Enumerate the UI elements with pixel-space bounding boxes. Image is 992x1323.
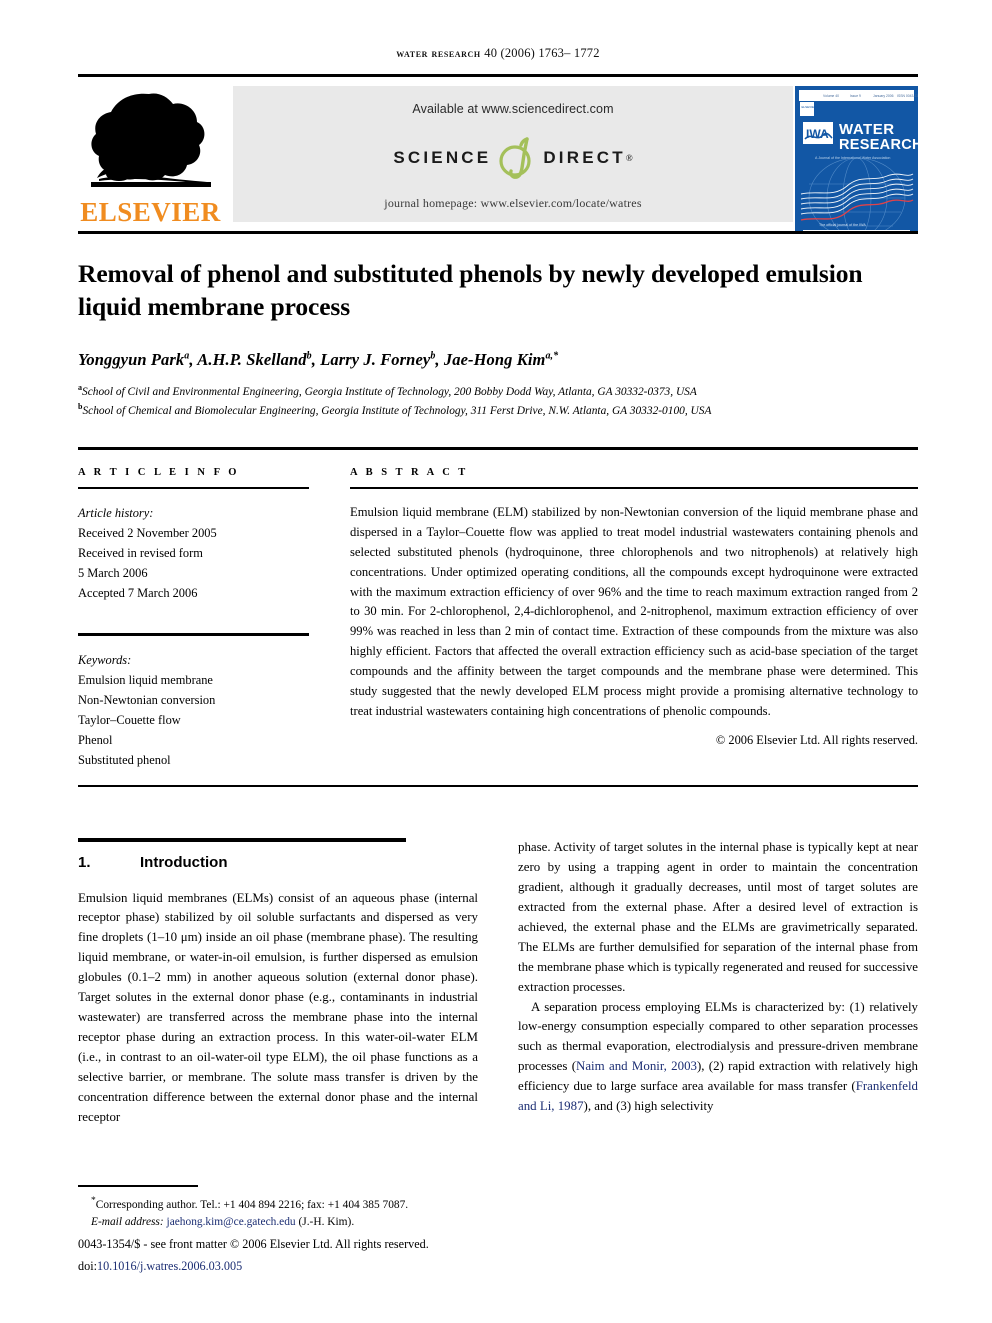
masthead: ELSEVIER Available at www.sciencedirect.… xyxy=(78,74,918,234)
abstract-copyright: © 2006 Elsevier Ltd. All rights reserved… xyxy=(715,732,918,747)
article-history: Article history: Received 2 November 200… xyxy=(78,503,328,603)
running-head: water research 40 (2006) 1763– 1772 xyxy=(78,46,918,61)
svg-text:RESEARCH: RESEARCH xyxy=(839,137,918,153)
email-author: (J.-H. Kim). xyxy=(298,1215,355,1228)
affiliation-item: bSchool of Chemical and Biomolecular Eng… xyxy=(78,401,918,420)
info-top-rule xyxy=(78,447,918,450)
author-name: A.H.P. Skelland xyxy=(197,349,307,369)
info-abstract-block: A R T I C L E I N F O Article history: R… xyxy=(78,447,918,788)
article-history-item: Received 2 November 2005 xyxy=(78,526,217,541)
elsevier-tree-icon xyxy=(87,86,215,198)
affiliation-item: aSchool of Civil and Environmental Engin… xyxy=(78,382,918,401)
section-number: 1. xyxy=(78,853,91,871)
footnote-block: *Corresponding author. Tel.: +1 404 894 … xyxy=(78,1185,478,1275)
info-bottom-rule xyxy=(78,784,918,788)
page-title: Removal of phenol and substituted phenol… xyxy=(78,259,863,321)
author-affil-marker: a xyxy=(184,350,190,362)
sciencedirect-d-icon xyxy=(494,136,540,180)
article-page: water research 40 (2006) 1763– 1772 ELSE… xyxy=(78,0,918,1323)
affiliation-text: School of Chemical and Biomolecular Engi… xyxy=(82,404,712,417)
article-info-separator-rule xyxy=(78,633,309,636)
section-rule xyxy=(78,838,406,842)
svg-text:ELSEVIER: ELSEVIER xyxy=(802,105,818,109)
email-note: E-mail address: jaehong.kim@ce.gatech.ed… xyxy=(78,1214,478,1231)
registered-mark-icon: ® xyxy=(625,153,633,163)
abstract-text: Emulsion liquid membrane (ELM) stabilize… xyxy=(350,505,918,718)
footnote-rule xyxy=(78,1185,198,1187)
body-column-gap xyxy=(478,838,518,1128)
abstract-heading: A B S T R A C T xyxy=(350,466,469,478)
author-list: Yonggyun Parka, A.H.P. Skellandb, Larry … xyxy=(78,349,559,369)
article-info-column: A R T I C L E I N F O Article history: R… xyxy=(78,467,328,771)
svg-text:WATER: WATER xyxy=(839,121,895,138)
title-block: Removal of phenol and substituted phenol… xyxy=(78,258,918,420)
masthead-top-rule xyxy=(78,74,918,77)
paragraph-text: ), and (3) high selectivity xyxy=(583,1099,714,1114)
article-info-heading: A R T I C L E I N F O xyxy=(78,466,240,478)
email-link[interactable]: jaehong.kim@ce.gatech.edu xyxy=(167,1216,296,1228)
masthead-bottom-rule xyxy=(78,231,918,234)
elsevier-logo: ELSEVIER xyxy=(78,86,223,234)
elsevier-wordmark: ELSEVIER xyxy=(80,197,221,227)
svg-text:Issue 9: Issue 9 xyxy=(850,94,861,98)
svg-text:Volume 40: Volume 40 xyxy=(823,94,839,98)
paragraph: Emulsion liquid membranes (ELMs) consist… xyxy=(78,890,478,1124)
corresponding-author-note: *Corresponding author. Tel.: +1 404 894 … xyxy=(78,1194,478,1214)
keyword-item: Phenol xyxy=(78,733,113,748)
doi-link[interactable]: 10.1016/j.watres.2006.03.005 xyxy=(97,1259,242,1273)
doi-line: doi:10.1016/j.watres.2006.03.005 xyxy=(78,1257,478,1275)
sciencedirect-direct-word: DIRECT xyxy=(543,148,626,167)
article-history-label: Article history: xyxy=(78,506,154,520)
keyword-item: Emulsion liquid membrane xyxy=(78,673,213,688)
corresponding-author-text: Corresponding author. Tel.: +1 404 894 2… xyxy=(95,1198,409,1211)
body-block: 1. Introduction Emulsion liquid membrane… xyxy=(78,838,918,1128)
svg-text:The official journal of the IW: The official journal of the IWA xyxy=(819,223,866,227)
available-at-text: Available at www.sciencedirect.com xyxy=(412,102,614,116)
affiliation-list: aSchool of Civil and Environmental Engin… xyxy=(78,382,918,420)
svg-text:ISSN 0043-1354: ISSN 0043-1354 xyxy=(897,94,918,98)
doi-label: doi: xyxy=(78,1258,97,1273)
author-affil-marker: b xyxy=(306,350,312,362)
author-affil-marker: a,* xyxy=(545,350,559,362)
citation-link[interactable]: Naim and Monir, 2003 xyxy=(576,1059,697,1073)
article-history-item: 5 March 2006 xyxy=(78,566,148,581)
keyword-item: Taylor–Couette flow xyxy=(78,713,181,728)
article-history-item: Received in revised form xyxy=(78,546,203,561)
journal-cover-image: Volume 40 Issue 9 January 2006 ISSN 0043-1… xyxy=(795,86,918,234)
author-name: Jae-Hong Kim xyxy=(443,349,546,369)
abstract-column: A B S T R A C T Emulsion liquid membrane… xyxy=(350,467,918,771)
author-name: Yonggyun Park xyxy=(78,349,185,369)
sciencedirect-banner: Available at www.sciencedirect.com SCIEN… xyxy=(233,86,793,222)
article-info-heading-rule xyxy=(78,486,309,489)
affiliation-text: School of Civil and Environmental Engine… xyxy=(82,385,697,398)
sciencedirect-science-word: SCIENCE xyxy=(393,148,492,167)
section-title: Introduction xyxy=(140,853,228,871)
author-name: Larry J. Forney xyxy=(320,349,431,369)
keywords-label: Keywords: xyxy=(78,652,132,667)
keywords-list: Keywords: Emulsion liquid membrane Non-N… xyxy=(78,650,328,771)
section-heading: 1. Introduction xyxy=(78,854,478,871)
keyword-item: Substituted phenol xyxy=(78,753,171,768)
author-affil-marker: b xyxy=(430,350,436,362)
issn-line: 0043-1354/$ - see front matter © 2006 El… xyxy=(78,1236,429,1251)
body-left-column: 1. Introduction Emulsion liquid membrane… xyxy=(78,838,478,1128)
column-gap xyxy=(328,467,350,771)
journal-homepage-link[interactable]: journal homepage: www.elsevier.com/locat… xyxy=(384,196,641,211)
keyword-item: Non-Newtonian conversion xyxy=(78,693,216,708)
email-label: E-mail address: xyxy=(91,1215,164,1228)
running-head-journal: water research xyxy=(396,48,481,60)
paragraph: A separation process employing ELMs is c… xyxy=(518,998,918,1118)
abstract-heading-rule xyxy=(350,486,918,489)
running-head-volume: 40 (2006) 1763– 1772 xyxy=(484,46,600,60)
sciencedirect-logo: SCIENCE DIRECT ® xyxy=(393,136,633,180)
svg-text:January 2006: January 2006 xyxy=(873,94,894,98)
article-history-item: Accepted 7 March 2006 xyxy=(78,586,198,601)
paragraph: phase. Activity of target solutes in the… xyxy=(518,840,918,994)
body-right-column: phase. Activity of target solutes in the… xyxy=(518,838,918,1128)
